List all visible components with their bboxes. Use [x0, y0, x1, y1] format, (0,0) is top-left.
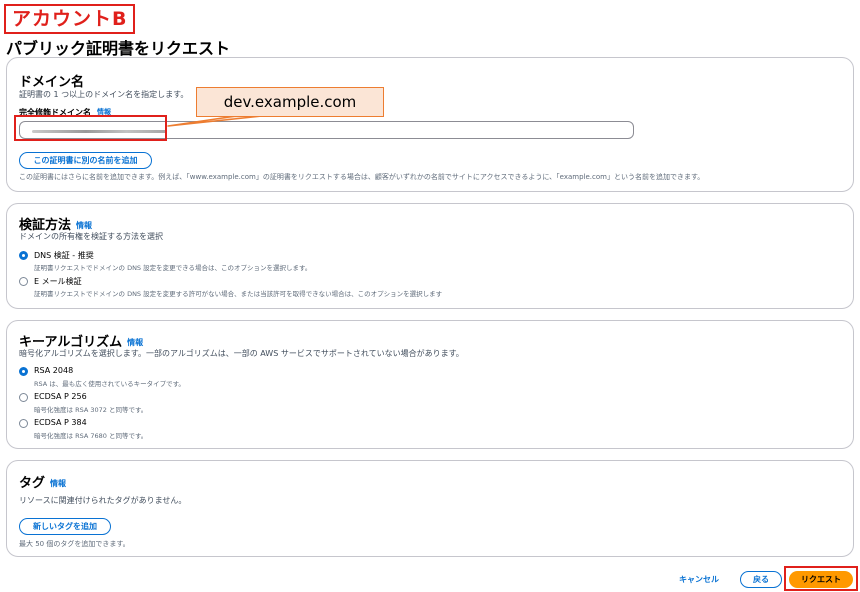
ecdsa-p384-label: ECDSA P 384 — [34, 418, 87, 427]
radio-ecdsa-p256[interactable] — [19, 393, 28, 402]
radio-dns-validation[interactable] — [19, 251, 28, 260]
ecdsa-p384-description: 暗号化強度は RSA 7680 と同等です。 — [34, 432, 148, 440]
radio-rsa-2048[interactable] — [19, 367, 28, 376]
tags-card: タグ 情報 リソースに関連付けられたタグがありません。 新しいタグを追加 最大 5… — [6, 460, 854, 557]
radio-ecdsa-p384[interactable] — [19, 419, 28, 428]
dns-validation-label: DNS 検証 - 推奨 — [34, 251, 94, 260]
email-validation-label: E メール検証 — [34, 277, 82, 286]
cancel-link[interactable]: キャンセル — [679, 574, 719, 585]
validation-section-description: ドメインの所有権を検証する方法を選択 — [19, 232, 163, 241]
domain-callout: dev.example.com — [196, 87, 384, 117]
algorithm-section-description: 暗号化アルゴリズムを選択します。一部のアルゴリズムは、一部の AWS サービスで… — [19, 349, 464, 358]
radio-email-validation[interactable] — [19, 277, 28, 286]
tags-info-link[interactable]: 情報 — [50, 479, 66, 488]
request-button[interactable]: リクエスト — [789, 571, 853, 588]
key-algorithm-card: キーアルゴリズム 情報 暗号化アルゴリズムを選択します。一部のアルゴリズムは、一部… — [6, 320, 854, 449]
tags-section-description: リソースに関連付けられたタグがありません。 — [19, 496, 187, 505]
account-label: アカウントB — [4, 4, 136, 34]
domain-section-title: ドメイン名 — [19, 75, 85, 90]
tags-limit-note: 最大 50 個のタグを追加できます。 — [19, 540, 130, 548]
rsa-2048-description: RSA は、最も広く使用されているキータイプです。 — [34, 380, 185, 388]
domain-footer-note: この証明書にはさらに名前を追加できます。例えば、「www.example.com… — [19, 173, 705, 181]
page-title: パブリック証明書をリクエスト — [6, 39, 231, 58]
dns-validation-description: 証明書リクエストでドメインの DNS 設定を変更できる場合は、このオプションを選… — [34, 264, 312, 272]
domain-section-description: 証明書の 1 つ以上のドメイン名を指定します。 — [19, 90, 189, 99]
add-tag-button[interactable]: 新しいタグを追加 — [19, 518, 111, 535]
ecdsa-p256-label: ECDSA P 256 — [34, 392, 87, 401]
ecdsa-p256-description: 暗号化強度は RSA 3072 と同等です。 — [34, 406, 148, 414]
add-name-button[interactable]: この証明書に別の名前を追加 — [19, 152, 152, 169]
domain-input-highlight — [14, 115, 167, 141]
algorithm-info-link[interactable]: 情報 — [127, 338, 143, 347]
email-validation-description: 証明書リクエストでドメインの DNS 設定を変更する許可がない場合、または当該許… — [34, 290, 443, 298]
tags-section-title: タグ 情報 — [19, 476, 67, 491]
validation-info-link[interactable]: 情報 — [76, 221, 92, 230]
validation-method-card: 検証方法 情報 ドメインの所有権を検証する方法を選択 DNS 検証 - 推奨 証明… — [6, 203, 854, 309]
back-button[interactable]: 戻る — [740, 571, 782, 588]
rsa-2048-label: RSA 2048 — [34, 366, 74, 375]
